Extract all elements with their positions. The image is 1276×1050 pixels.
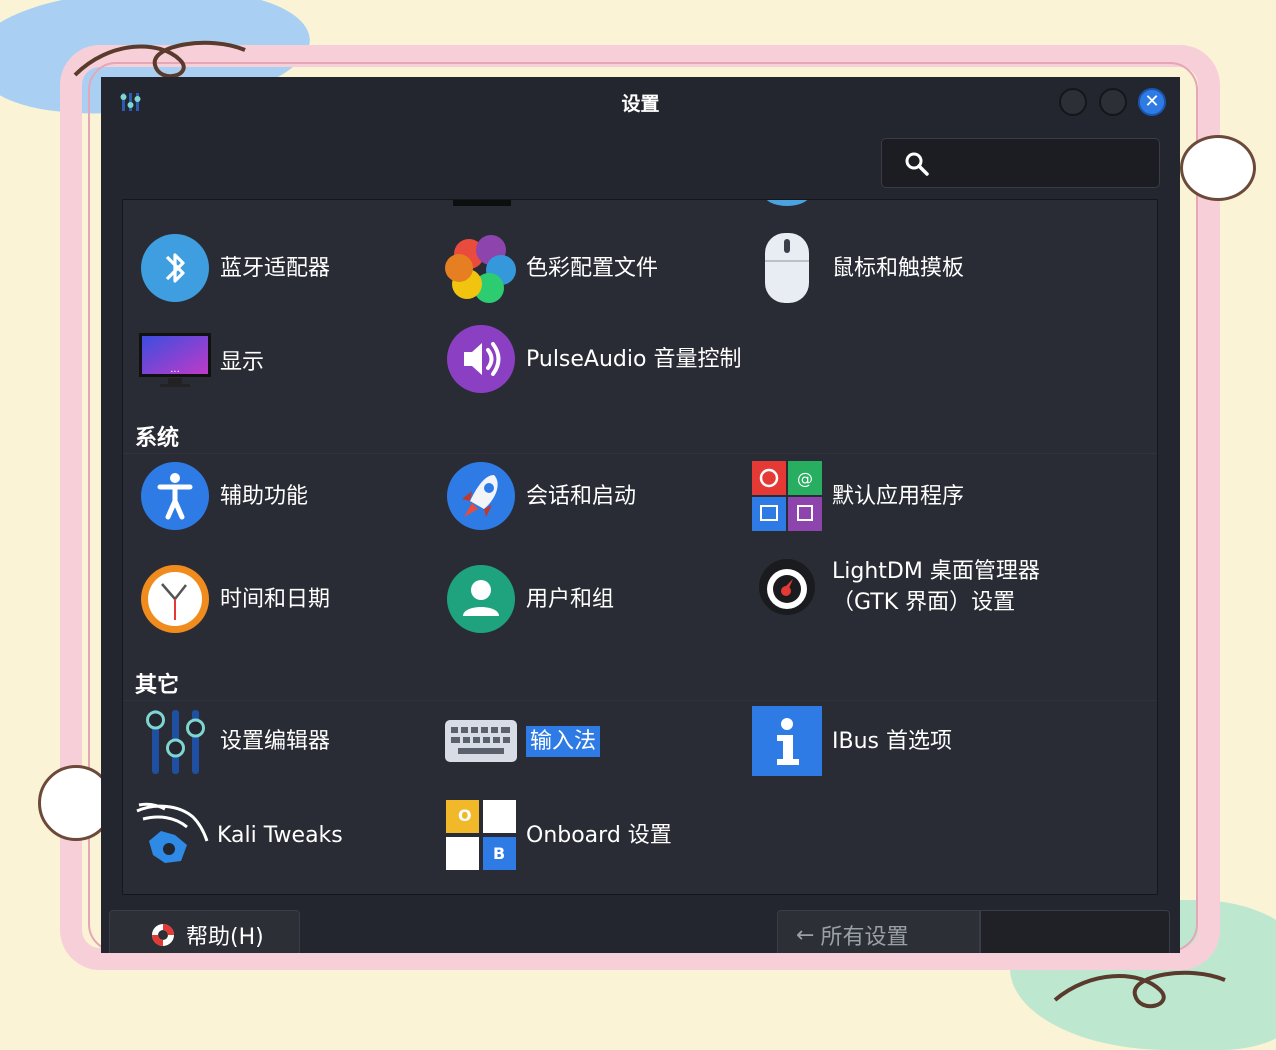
rocket-icon [447,462,515,530]
item-label: IBus 首选项 [832,728,952,754]
color-profiles-icon [445,235,516,303]
item-label: 时间和日期 [220,586,331,612]
section-other: 其它 [135,673,180,698]
item-display[interactable]: ... 显示 [138,325,264,399]
minimize-button[interactable] [1059,88,1087,116]
help-label: 帮助(H) [186,925,264,950]
item-label: 会话和启动 [526,483,637,509]
item-label: 蓝牙适配器 [220,255,331,281]
item-accessibility[interactable]: 辅助功能 [138,459,308,533]
item-label: 色彩配置文件 [526,255,659,281]
item-settings-editor[interactable]: 设置编辑器 [138,704,330,778]
kali-tweaks-icon [136,802,209,863]
item-pulseaudio[interactable]: PulseAudio 音量控制 [444,322,741,396]
back-arrow-icon: ← [796,922,815,948]
search-input[interactable] [881,138,1160,188]
item-label: Kali Tweaks [217,822,343,848]
item-users-groups[interactable]: 用户和组 [444,562,614,636]
mouse-icon [765,233,809,303]
section-divider [123,453,1157,454]
item-mouse-touchpad[interactable]: 鼠标和触摸板 [750,231,964,305]
lightdm-icon [759,559,815,615]
keyboard-icon [445,720,517,762]
lifebuoy-icon [152,924,174,946]
close-dialog-button[interactable] [980,910,1170,953]
section-divider [123,700,1157,701]
item-label: 输入法 [526,725,601,757]
svg-text:O: O [458,806,472,825]
item-label: PulseAudio 音量控制 [526,346,742,372]
svg-text:@: @ [797,469,813,488]
window-title: 设置 [621,93,660,115]
default-apps-icon: @ [752,461,822,531]
settings-panel: 蓝牙适配器 色彩配置文件 鼠标和触摸板 ... 显示 PulseAudio 音量… [122,199,1158,895]
item-label: LightDM 桌面管理器（GTK 界面）设置 [832,559,1040,615]
help-button[interactable]: 帮助(H) [109,910,300,953]
item-default-apps[interactable]: @ 默认应用程序 [750,459,964,533]
section-system: 系统 [135,426,180,451]
close-button[interactable]: ✕ [1138,88,1166,116]
item-date-time[interactable]: 时间和日期 [138,562,330,636]
clock-icon [141,565,209,633]
item-bluetooth[interactable]: 蓝牙适配器 [138,231,330,305]
maximize-button[interactable] [1099,88,1127,116]
partial-item-icon [763,200,811,206]
close-icon: ✕ [1144,91,1160,112]
item-ibus[interactable]: IBus 首选项 [750,704,952,778]
decor-cloud-icon [1180,135,1256,201]
bluetooth-icon [141,234,209,302]
partial-item-icon [453,200,511,206]
settings-editor-icon [146,710,205,774]
item-session-startup[interactable]: 会话和启动 [444,459,636,533]
display-icon: ... [139,333,211,387]
item-onboard[interactable]: O B Onboard 设置 [444,798,672,872]
svg-text:...: ... [170,364,180,375]
settings-window: 设置 ✕ 蓝牙适配器 色彩配置文件 鼠标和触摸板 ... 显示 PulseAud… [101,77,1180,953]
item-label: 默认应用程序 [832,483,965,509]
search-icon [905,152,929,176]
user-icon [447,565,515,633]
decor-swirl-icon [1053,970,1226,1009]
titlebar: 设置 ✕ [101,77,1180,127]
item-input-method[interactable]: 输入法 [444,704,601,778]
volume-icon [447,325,515,393]
item-label: 用户和组 [526,586,615,612]
item-label: 显示 [220,349,265,375]
item-label: 辅助功能 [220,483,309,509]
item-label: 设置编辑器 [220,728,331,754]
item-color-profiles[interactable]: 色彩配置文件 [444,231,658,305]
item-lightdm[interactable]: LightDM 桌面管理器（GTK 界面）设置 [750,550,1042,624]
accessibility-icon [141,462,209,530]
item-label: Onboard 设置 [526,822,672,848]
info-icon [752,706,822,776]
all-settings-label: 所有设置 [820,925,909,950]
svg-text:B: B [493,844,505,863]
all-settings-button[interactable]: ← 所有设置 [777,910,980,953]
onboard-icon: O B [446,800,516,870]
item-kali-tweaks[interactable]: Kali Tweaks [135,798,343,872]
item-label: 鼠标和触摸板 [832,255,965,281]
